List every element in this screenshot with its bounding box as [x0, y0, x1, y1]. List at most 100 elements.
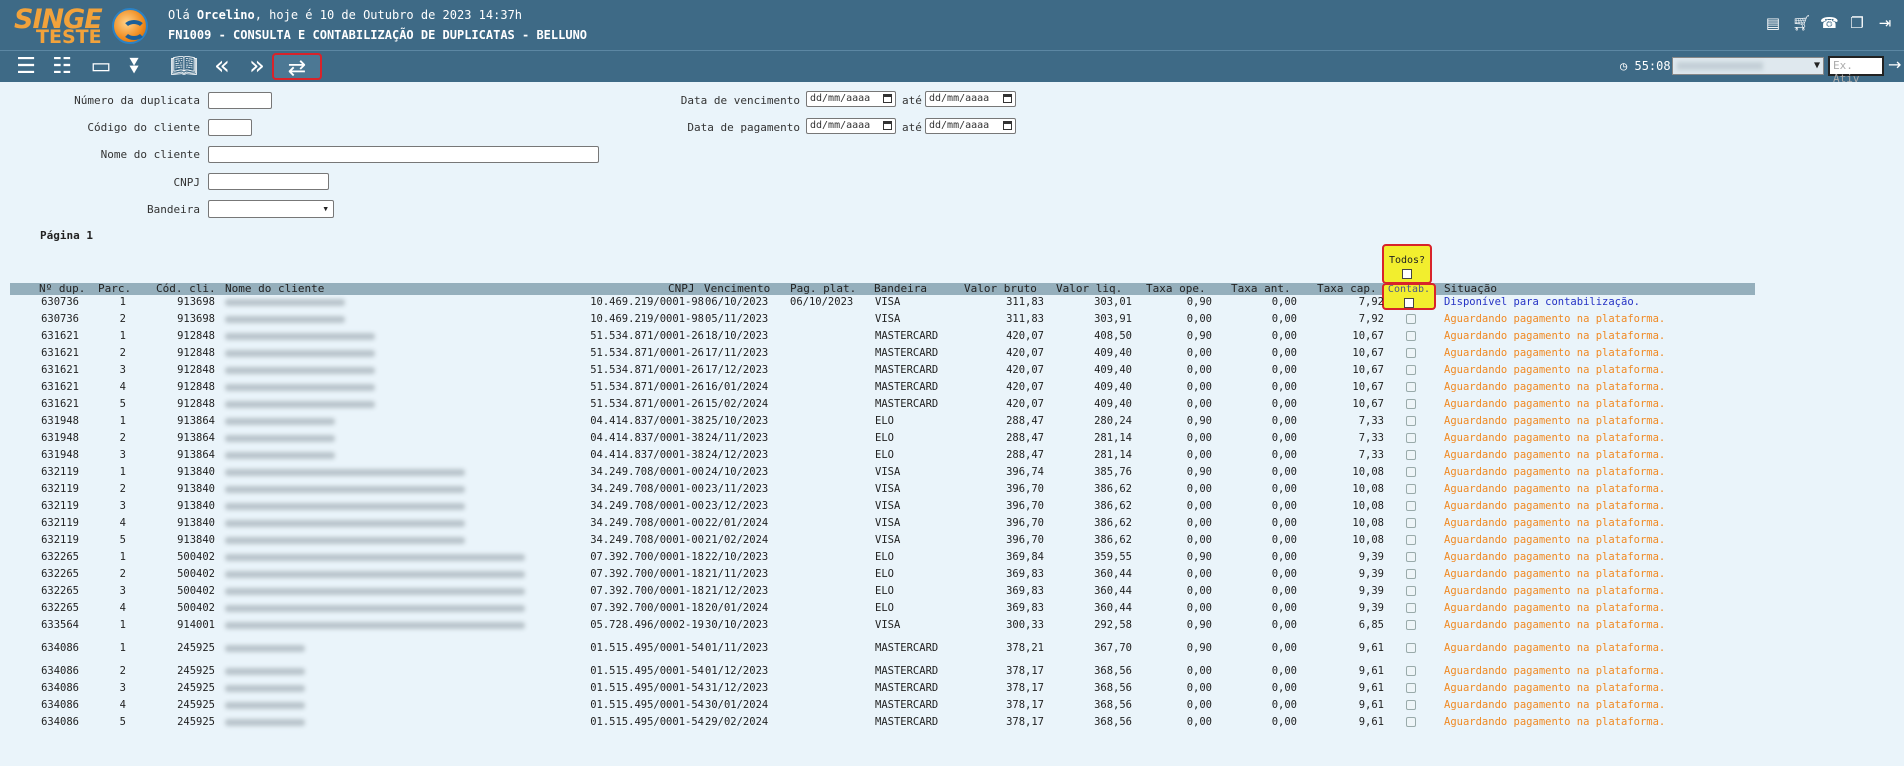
- cell-bruto: 396,70: [1006, 500, 1044, 512]
- contab-checkbox[interactable]: [1406, 382, 1416, 392]
- cell-liq: 303,01: [1094, 296, 1132, 308]
- table-row: 631621 5 912848 51.534.871/0001-26 15/02/202…: [10, 396, 1755, 413]
- contab-checkbox[interactable]: [1406, 484, 1416, 494]
- arrow-right-icon[interactable]: →: [1888, 55, 1901, 74]
- pagamento-to-input[interactable]: dd/mm/aaaa: [925, 118, 1016, 134]
- refresh-swap-icon[interactable]: ⇄: [272, 53, 322, 81]
- calendar-icon[interactable]: [1003, 94, 1012, 103]
- client-name-redacted: [225, 333, 375, 340]
- next-icon[interactable]: »: [243, 53, 271, 80]
- contab-checkbox[interactable]: [1406, 569, 1416, 579]
- cell-venc: 24/12/2023: [705, 449, 769, 461]
- contab-checkbox[interactable]: [1406, 348, 1416, 358]
- cell-cap: 7,33: [1358, 449, 1384, 461]
- cell-cod: 245925: [177, 682, 215, 694]
- cell-venc: 01/11/2023: [705, 642, 769, 654]
- cell-cap: 10,08: [1352, 483, 1384, 495]
- contab-checkbox[interactable]: [1406, 683, 1416, 693]
- window-restore-icon[interactable]: ❐: [1848, 14, 1866, 32]
- bandeira-select[interactable]: ▾: [208, 200, 334, 218]
- calendar-icon[interactable]: [1003, 121, 1012, 130]
- cell-venc: 23/11/2023: [705, 483, 769, 495]
- company-select[interactable]: ▼: [1672, 57, 1824, 75]
- cell-cnpj: 34.249.708/0001-00: [590, 466, 704, 478]
- contab-checkbox[interactable]: [1406, 717, 1416, 727]
- cell-cap: 10,08: [1352, 517, 1384, 529]
- contab-checkbox[interactable]: [1406, 552, 1416, 562]
- contab-checkbox[interactable]: [1406, 416, 1416, 426]
- contab-checkbox[interactable]: [1406, 467, 1416, 477]
- collapse-all-icon[interactable]: ⏬︎: [122, 53, 150, 80]
- select-all-label: Todos?: [1388, 255, 1426, 266]
- contab-checkbox[interactable]: [1406, 501, 1416, 511]
- contab-checkbox[interactable]: [1406, 365, 1416, 375]
- page-indicator: Página 1: [40, 229, 93, 242]
- cell-cod: 913864: [177, 415, 215, 427]
- contab-checkbox[interactable]: [1406, 399, 1416, 409]
- cell-cnpj: 05.728.496/0002-19: [590, 619, 704, 631]
- cell-band: MASTERCARD: [875, 398, 939, 410]
- list-check-icon[interactable]: ☷: [48, 53, 76, 80]
- cell-ant: 0,00: [1271, 483, 1297, 495]
- cell-venc: 17/11/2023: [705, 347, 769, 359]
- greeting: Olá Orcelino, hoje é 10 de Outubro de 20…: [168, 8, 522, 22]
- table-row: 631621 4 912848 51.534.871/0001-26 16/01/202…: [10, 379, 1755, 396]
- list-icon[interactable]: ☰: [12, 53, 40, 80]
- cell-parc: 4: [119, 602, 126, 614]
- cell-venc: 17/12/2023: [705, 364, 769, 376]
- vencimento-to-input[interactable]: dd/mm/aaaa: [925, 91, 1016, 107]
- cell-ope: 0,00: [1186, 585, 1212, 597]
- contab-checkbox[interactable]: [1406, 314, 1416, 324]
- select-all-checkbox[interactable]: [1402, 269, 1412, 279]
- cell-band: ELO: [875, 568, 894, 580]
- cell-liq: 386,62: [1094, 534, 1132, 546]
- codigo-input[interactable]: [208, 119, 252, 136]
- activity-input[interactable]: Ex. Ativ: [1828, 56, 1884, 85]
- cell-band: VISA: [875, 500, 901, 512]
- contab-checkbox[interactable]: [1406, 643, 1416, 653]
- cell-dup: 631621: [41, 347, 79, 359]
- cell-liq: 368,56: [1094, 716, 1132, 728]
- client-name-redacted: [225, 685, 305, 692]
- status-text: Aguardando pagamento na plataforma.: [1444, 432, 1666, 444]
- previous-icon[interactable]: «: [208, 53, 236, 80]
- logout-door-icon[interactable]: ⇥: [1876, 14, 1894, 32]
- contab-checkbox[interactable]: [1406, 535, 1416, 545]
- contab-checkbox[interactable]: [1406, 620, 1416, 630]
- support-chat-icon[interactable]: ☎: [1820, 14, 1839, 32]
- contab-checkbox[interactable]: [1406, 700, 1416, 710]
- client-name-redacted: [225, 401, 375, 408]
- form-list-icon[interactable]: ▭: [86, 53, 116, 80]
- cell-cnpj: 07.392.700/0001-18: [590, 551, 704, 563]
- book-icon[interactable]: 📖︎: [170, 53, 198, 80]
- cell-cod: 913698: [177, 313, 215, 325]
- cell-ope: 0,00: [1186, 568, 1212, 580]
- document-icon[interactable]: ▤: [1764, 14, 1782, 32]
- calendar-icon[interactable]: [883, 121, 892, 130]
- contab-checkbox[interactable]: [1406, 603, 1416, 613]
- cell-ope: 0,00: [1186, 665, 1212, 677]
- calendar-icon[interactable]: [883, 94, 892, 103]
- cell-cod: 912848: [177, 364, 215, 376]
- cart-icon[interactable]: 🛒︎: [1792, 14, 1811, 32]
- numero-input[interactable]: [208, 92, 272, 109]
- cell-ant: 0,00: [1271, 449, 1297, 461]
- nome-input[interactable]: [208, 146, 599, 163]
- vencimento-from-input[interactable]: dd/mm/aaaa: [806, 91, 896, 107]
- table-row: 630736 2 913698 10.469.219/0001-98 05/11/202…: [10, 311, 1755, 328]
- contab-checkbox[interactable]: [1406, 518, 1416, 528]
- cell-cap: 9,39: [1358, 568, 1384, 580]
- status-text: Disponível para contabilização.: [1444, 296, 1640, 308]
- cell-parc: 1: [119, 296, 126, 308]
- status-text: Aguardando pagamento na plataforma.: [1444, 585, 1666, 597]
- cell-bruto: 288,47: [1006, 415, 1044, 427]
- cell-cod: 245925: [177, 699, 215, 711]
- pagamento-from-input[interactable]: dd/mm/aaaa: [806, 118, 896, 134]
- contab-checkbox[interactable]: [1406, 450, 1416, 460]
- contab-checkbox[interactable]: [1406, 666, 1416, 676]
- cell-ant: 0,00: [1271, 347, 1297, 359]
- cnpj-input[interactable]: [208, 173, 329, 190]
- contab-checkbox[interactable]: [1406, 433, 1416, 443]
- contab-checkbox[interactable]: [1406, 331, 1416, 341]
- contab-checkbox[interactable]: [1406, 586, 1416, 596]
